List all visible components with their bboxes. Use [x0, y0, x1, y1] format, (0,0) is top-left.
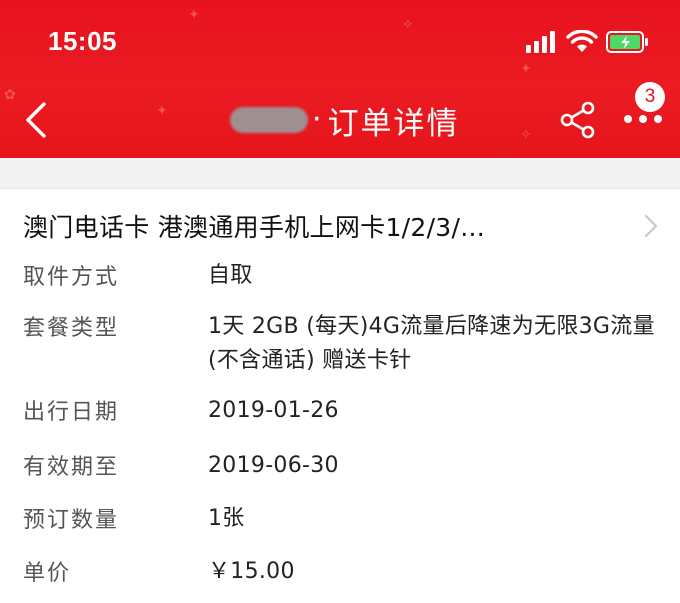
detail-label: 有效期至 — [23, 455, 120, 480]
detail-value: 1天 2GB (每天)4G流量后降速为无限3G流量(不含通话) 赠送卡针 — [208, 314, 655, 373]
more-dot — [624, 115, 632, 123]
detail-label: 单价 — [23, 561, 72, 586]
app-header: ✦ ✧ ✦ ✿ ✦ ✧ 15:05 · 订单详情 3 — [0, 0, 680, 158]
page-title: · 订单详情 — [230, 96, 460, 144]
decor-spark: ✿ — [4, 87, 16, 103]
more-dot — [639, 115, 647, 123]
detail-label: 预订数量 — [23, 508, 120, 533]
decor-spark: ✧ — [402, 17, 414, 33]
section-divider — [0, 158, 680, 189]
share-icon[interactable] — [560, 101, 596, 139]
product-row[interactable]: 澳门电话卡 港澳通用手机上网卡1/2/3/... — [0, 190, 680, 260]
battery-icon — [606, 31, 648, 53]
status-icons — [526, 30, 650, 54]
detail-value: 2019-06-30 — [208, 453, 339, 478]
chevron-right-icon — [644, 214, 658, 238]
decor-spark: ✦ — [520, 61, 532, 77]
title-separator: · — [312, 102, 322, 137]
wifi-icon — [566, 30, 598, 52]
detail-value: 2019-01-26 — [208, 398, 339, 423]
detail-value: 1张 — [208, 506, 245, 531]
decor-spark: ✦ — [188, 7, 200, 23]
notification-badge: 3 — [635, 82, 665, 112]
detail-value: ￥15.00 — [208, 559, 295, 584]
detail-label: 取件方式 — [23, 265, 120, 290]
detail-label: 出行日期 — [23, 400, 120, 425]
signal-icon — [526, 31, 555, 53]
decor-spark: ✦ — [156, 103, 168, 119]
product-name: 澳门电话卡 港澳通用手机上网卡1/2/3/... — [23, 213, 485, 242]
status-time: 15:05 — [48, 26, 117, 56]
redacted-brand-name — [230, 107, 308, 133]
decor-spark: ✧ — [520, 127, 532, 143]
page-title-text: 订单详情 — [327, 105, 460, 142]
chevron-left-icon[interactable] — [20, 100, 52, 140]
detail-label: 套餐类型 — [23, 316, 120, 341]
more-dot — [654, 115, 662, 123]
detail-value: 自取 — [208, 263, 253, 288]
